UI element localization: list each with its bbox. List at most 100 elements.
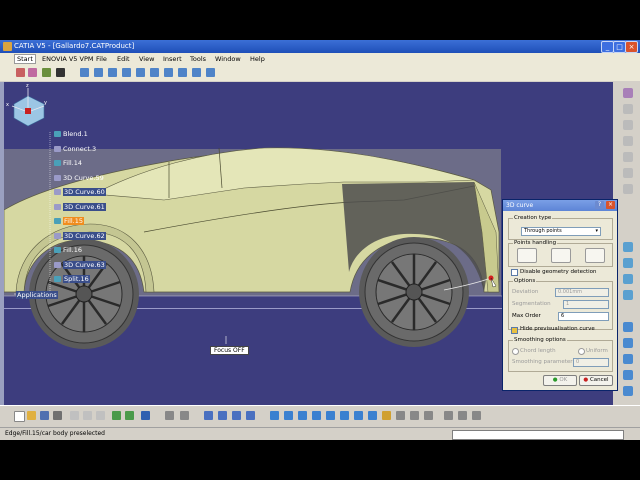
curve-tool-icon[interactable] — [623, 338, 633, 348]
tree-item[interactable]: 3D Curve.61 — [54, 203, 106, 211]
deviation-input[interactable]: 0.001mm — [555, 288, 609, 297]
segmentation-input[interactable]: 1 — [563, 300, 609, 309]
view-icon[interactable] — [192, 68, 201, 77]
rotate-icon[interactable] — [312, 411, 321, 420]
view-icon[interactable] — [206, 68, 215, 77]
view-icon[interactable] — [80, 68, 89, 77]
constraint-point-button[interactable] — [585, 248, 605, 263]
tool-icon[interactable] — [458, 411, 467, 420]
tool-icon[interactable] — [623, 136, 633, 146]
knowledge-icon[interactable] — [180, 411, 189, 420]
tree-item[interactable]: Blend.1 — [54, 130, 88, 138]
fly-icon[interactable] — [270, 411, 279, 420]
swap-icon[interactable] — [410, 411, 419, 420]
tool-icon[interactable] — [623, 104, 633, 114]
view-icon[interactable] — [94, 68, 103, 77]
tool-icon[interactable] — [246, 411, 255, 420]
hide-show-icon[interactable] — [396, 411, 405, 420]
save-icon[interactable] — [40, 411, 49, 420]
iso-view-icon[interactable] — [368, 411, 377, 420]
copy-icon[interactable] — [83, 411, 92, 420]
tool-icon[interactable] — [472, 411, 481, 420]
menu-window[interactable]: Window — [215, 55, 241, 63]
tool-icon[interactable] — [232, 411, 241, 420]
tool-icon[interactable] — [623, 168, 633, 178]
tree-item[interactable]: 3D Curve.60 — [54, 188, 106, 196]
shading-icon[interactable] — [382, 411, 391, 420]
surface-tool-icon[interactable] — [623, 290, 633, 300]
view-icon[interactable] — [136, 68, 145, 77]
tree-item[interactable]: 3D Curve.63 — [54, 261, 106, 269]
max-order-input[interactable]: 6 — [558, 312, 609, 321]
normal-view-icon[interactable] — [354, 411, 363, 420]
close-button[interactable]: × — [625, 41, 638, 53]
surface-tool-icon[interactable] — [623, 274, 633, 284]
redo-icon[interactable] — [125, 411, 134, 420]
cut-icon[interactable] — [70, 411, 79, 420]
view-icon[interactable] — [178, 68, 187, 77]
tree-item[interactable]: Split.16 — [54, 275, 90, 283]
tool-icon[interactable] — [623, 152, 633, 162]
paste-icon[interactable] — [96, 411, 105, 420]
menu-enovia[interactable]: ENOVIA V5 VPM — [42, 55, 93, 63]
print-icon[interactable] — [53, 411, 62, 420]
view-icon[interactable] — [164, 68, 173, 77]
curve-tool-icon[interactable] — [623, 386, 633, 396]
insert-point-button[interactable] — [517, 248, 537, 263]
command-input[interactable] — [452, 430, 624, 440]
dialog-close-button[interactable]: × — [606, 201, 615, 209]
curve-tool-icon[interactable] — [623, 354, 633, 364]
tree-item[interactable]: 3D Curve.59 — [54, 174, 104, 182]
creation-type-select[interactable]: Through points ▾ — [521, 227, 601, 236]
tool-icon[interactable] — [623, 120, 633, 130]
chord-length-radio[interactable] — [512, 348, 519, 355]
help-icon[interactable] — [141, 411, 150, 420]
remove-point-button[interactable] — [551, 248, 571, 263]
new-icon[interactable] — [14, 411, 25, 422]
menu-edit[interactable]: Edit — [117, 55, 130, 63]
toolbar-tool-icon[interactable] — [16, 68, 25, 77]
ok-button[interactable]: ● OK — [543, 375, 577, 386]
menu-start[interactable]: Start — [14, 54, 36, 64]
tool-icon[interactable] — [444, 411, 453, 420]
tree-item[interactable]: 3D Curve.62 — [54, 232, 106, 240]
fit-all-icon[interactable] — [284, 411, 293, 420]
hide-previsualisation-checkbox[interactable] — [511, 327, 518, 334]
tool-icon[interactable] — [424, 411, 433, 420]
menu-tools[interactable]: Tools — [190, 55, 206, 63]
compass-icon[interactable]: z x y — [4, 82, 52, 130]
zoom-in-icon[interactable] — [326, 411, 335, 420]
toolbar-tool-icon[interactable] — [56, 68, 65, 77]
tree-item-highlighted[interactable]: Fill.15 — [54, 217, 85, 225]
toolbar-tool-icon[interactable] — [42, 68, 51, 77]
view-icon[interactable] — [122, 68, 131, 77]
disable-geometry-detection-checkbox[interactable] — [511, 269, 518, 276]
tool-icon[interactable] — [218, 411, 227, 420]
tree-item[interactable]: Fill.16 — [54, 246, 82, 254]
surface-tool-icon[interactable] — [623, 242, 633, 252]
view-icon[interactable] — [150, 68, 159, 77]
formula-icon[interactable] — [165, 411, 174, 420]
tool-icon[interactable] — [623, 184, 633, 194]
uniform-radio[interactable] — [578, 348, 585, 355]
tool-icon[interactable] — [623, 88, 633, 98]
undo-icon[interactable] — [112, 411, 121, 420]
surface-tool-icon[interactable] — [623, 258, 633, 268]
menu-file[interactable]: File — [96, 55, 107, 63]
tree-item[interactable]: Fill.14 — [54, 159, 82, 167]
grid-icon[interactable] — [204, 411, 213, 420]
smoothing-parameter-input[interactable]: 0 — [573, 358, 609, 367]
cancel-button[interactable]: ● Cancel — [579, 375, 613, 386]
toolbar-tool-icon[interactable] — [28, 68, 37, 77]
zoom-out-icon[interactable] — [340, 411, 349, 420]
tree-item[interactable]: Connect.3 — [54, 145, 96, 153]
curve-tool-icon[interactable] — [623, 322, 633, 332]
tree-root-applications[interactable]: Applications — [16, 291, 58, 299]
pan-icon[interactable] — [298, 411, 307, 420]
view-icon[interactable] — [108, 68, 117, 77]
menu-view[interactable]: View — [139, 55, 154, 63]
menu-insert[interactable]: Insert — [163, 55, 182, 63]
open-icon[interactable] — [27, 411, 36, 420]
menu-help[interactable]: Help — [250, 55, 265, 63]
dialog-help-button[interactable]: ? — [595, 201, 604, 209]
